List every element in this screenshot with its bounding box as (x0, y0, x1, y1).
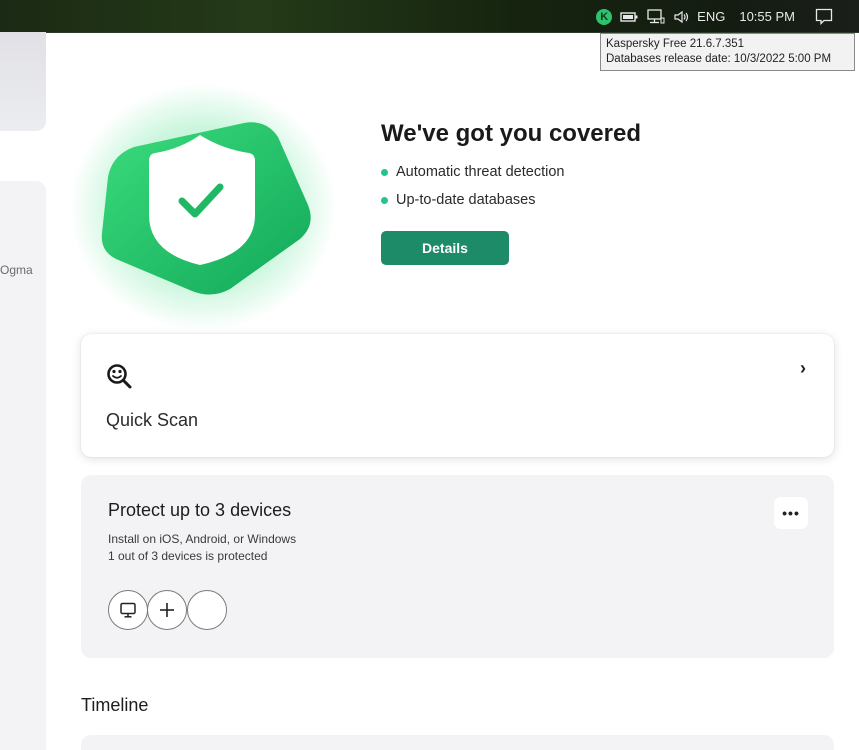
more-options-button[interactable]: ••• (774, 497, 808, 529)
device-slot-computer[interactable] (108, 590, 148, 630)
protect-devices-card: Protect up to 3 devices Install on iOS, … (81, 475, 834, 658)
status-bullet-databases: Up-to-date databases (381, 192, 535, 208)
devices-install-text: Install on iOS, Android, or Windows (108, 532, 297, 546)
language-indicator[interactable]: ENG (697, 0, 725, 33)
devices-protected-count: 1 out of 3 devices is protected (108, 549, 268, 563)
status-bullet-label: Up-to-date databases (396, 192, 536, 208)
tooltip-version: Kaspersky Free 21.6.7.351 (606, 38, 745, 50)
battery-icon[interactable] (620, 0, 638, 33)
status-bullet-threat-detection: Automatic threat detection (381, 164, 564, 180)
timeline-heading: Timeline (81, 695, 149, 715)
devices-title: Protect up to 3 devices (108, 500, 292, 520)
kaspersky-tray-icon[interactable]: K (596, 0, 620, 33)
device-slot-empty (187, 590, 227, 630)
scan-search-icon (105, 362, 133, 395)
bullet-dot (381, 196, 388, 204)
quick-scan-card[interactable]: Quick Scan › (81, 334, 834, 457)
sidebar-account-text: Ogma (0, 263, 33, 277)
computer-icon (120, 602, 136, 618)
add-icon (160, 603, 174, 617)
quick-scan-label: Quick Scan (106, 410, 199, 430)
taskbar: K ENG 10:55 PM (0, 0, 859, 33)
volume-icon[interactable] (673, 0, 691, 33)
network-icon[interactable] (647, 0, 665, 33)
chevron-right-icon[interactable]: › (800, 358, 806, 379)
kaspersky-tooltip: Kaspersky Free 21.6.7.351 Databases rele… (600, 33, 855, 71)
notification-icon[interactable] (815, 0, 833, 33)
tooltip-database-date: Databases release date: 10/3/2022 5:00 P… (606, 53, 832, 65)
add-device-button[interactable] (147, 590, 187, 630)
timeline-card (81, 735, 834, 750)
system-tray: K ENG 10:55 PM (596, 0, 859, 33)
bullet-dot (381, 168, 388, 176)
clock[interactable]: 10:55 PM (739, 0, 795, 33)
protection-shield-icon (94, 115, 314, 305)
status-bullet-label: Automatic threat detection (396, 164, 565, 180)
status-title: We've got you covered (381, 120, 642, 147)
details-button[interactable]: Details (381, 231, 509, 265)
kaspersky-icon: K (596, 8, 613, 25)
sidebar-header-panel (0, 32, 46, 131)
